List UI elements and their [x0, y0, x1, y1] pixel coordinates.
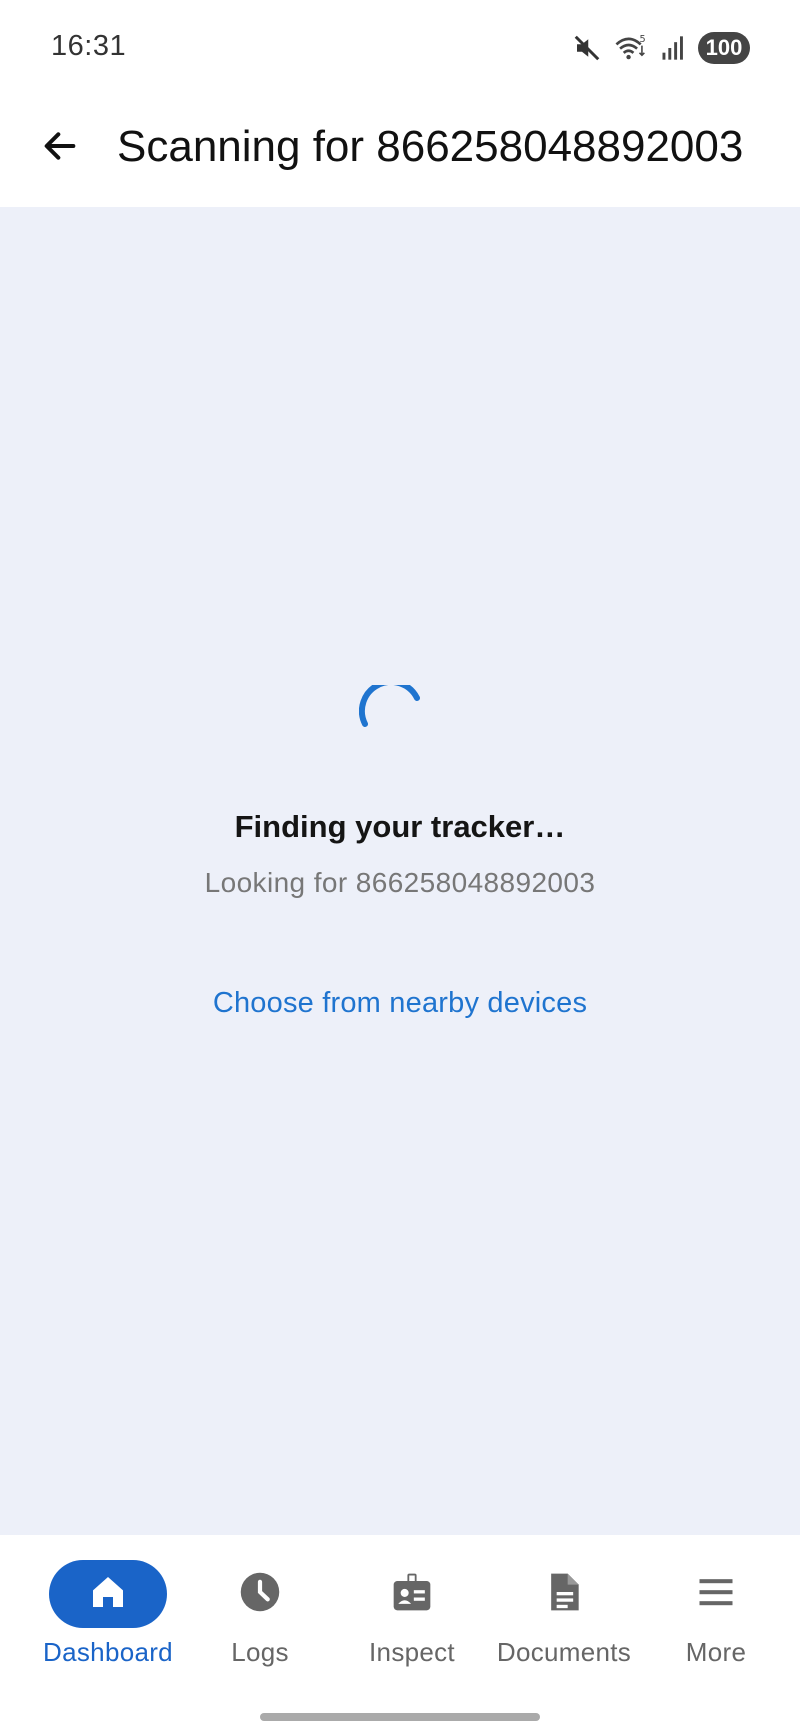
- back-button[interactable]: [30, 118, 90, 178]
- nav-label-logs: Logs: [231, 1637, 289, 1667]
- nav-label-more: More: [685, 1637, 747, 1667]
- nav-item-dashboard[interactable]: Dashboard: [32, 1560, 184, 1690]
- choose-nearby-devices-link[interactable]: Choose from nearby devices: [0, 987, 800, 1020]
- mute-icon: [572, 33, 602, 63]
- top-app-bar: Scanning for 866258048892003: [0, 92, 800, 207]
- home-indicator[interactable]: [260, 1713, 540, 1721]
- loading-spinner-icon: [358, 678, 421, 747]
- nav-icon-container: [353, 1560, 471, 1628]
- home-icon: [88, 1572, 128, 1617]
- status-time: 16:31: [51, 30, 127, 62]
- nav-item-logs[interactable]: Logs: [184, 1560, 336, 1690]
- nav-item-inspect[interactable]: Inspect: [336, 1560, 488, 1690]
- nav-label-documents: Documents: [496, 1637, 632, 1667]
- nav-item-documents[interactable]: Documents: [488, 1560, 640, 1690]
- document-icon: [542, 1570, 586, 1619]
- svg-text:5: 5: [640, 34, 646, 45]
- id-badge-icon: [390, 1570, 434, 1619]
- clock-icon: [238, 1570, 282, 1619]
- status-icons: 5 100: [572, 30, 750, 66]
- bottom-navigation: Dashboard Logs Inspect Documents More: [0, 1535, 800, 1733]
- page-title: Scanning for 866258048892003: [117, 122, 744, 171]
- main-content: Finding your tracker… Looking for 866258…: [0, 207, 800, 1535]
- arrow-left-icon: [40, 126, 80, 171]
- wifi-icon: 5: [614, 33, 648, 63]
- battery-indicator: 100: [698, 32, 750, 64]
- nav-item-more[interactable]: More: [640, 1560, 792, 1690]
- finding-subtext: Looking for 866258048892003: [204, 867, 596, 898]
- nav-label-dashboard: Dashboard: [43, 1637, 173, 1667]
- menu-icon: [694, 1570, 738, 1619]
- nav-icon-container: [657, 1560, 775, 1628]
- nav-icon-container: [49, 1560, 167, 1628]
- nav-label-inspect: Inspect: [369, 1637, 455, 1667]
- nav-icon-container: [505, 1560, 623, 1628]
- status-bar: 16:31 5 100: [0, 0, 800, 92]
- signal-icon: [660, 34, 686, 62]
- nav-icon-container: [201, 1560, 319, 1628]
- finding-heading: Finding your tracker…: [234, 809, 566, 844]
